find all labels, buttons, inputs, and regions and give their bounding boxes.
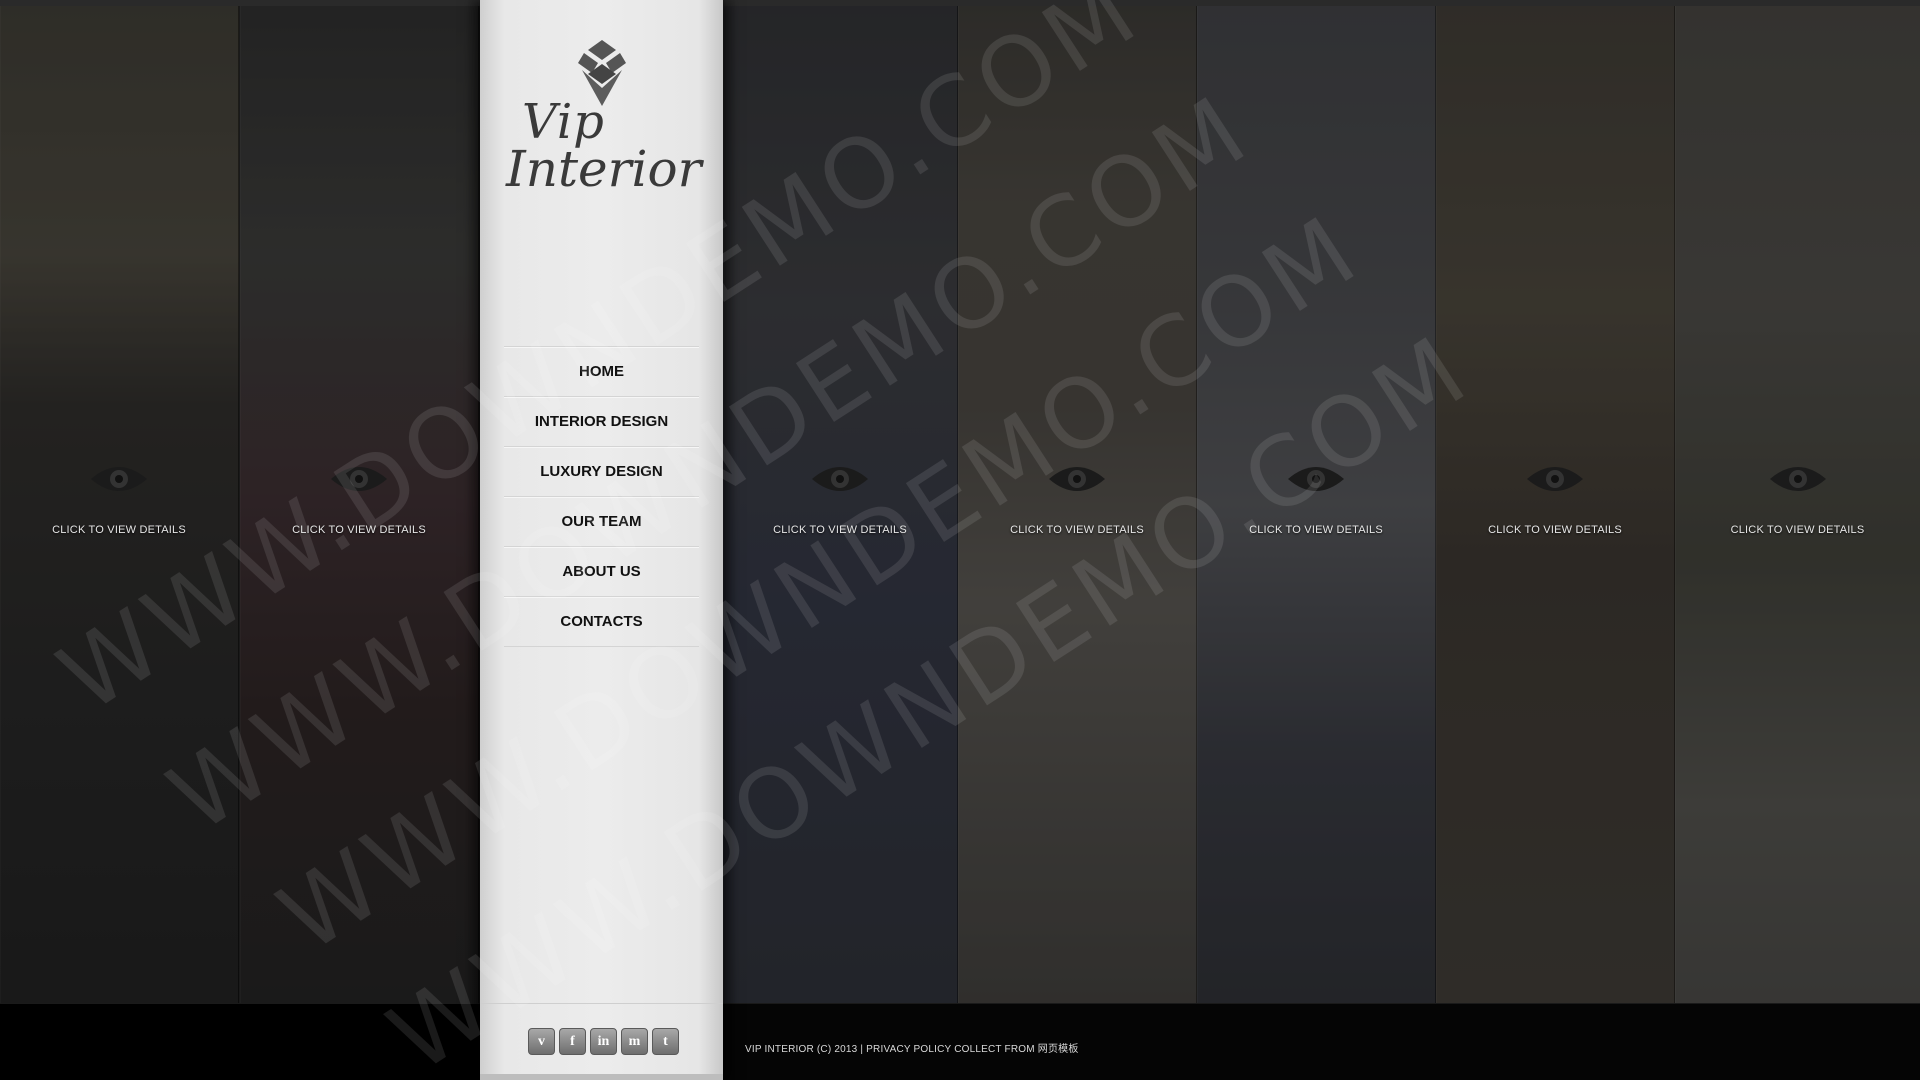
footer-left-block — [0, 1004, 480, 1080]
panel-shade — [1675, 6, 1920, 1003]
panel-shade — [1436, 6, 1674, 1003]
gallery-panel-5[interactable]: CLICK TO VIEW DETAILS — [1197, 6, 1436, 1003]
eye-icon — [1769, 467, 1826, 491]
nav-item-our-team[interactable]: OUR TEAM — [504, 496, 699, 546]
eye-icon — [812, 467, 868, 491]
view-details-label: CLICK TO VIEW DETAILS — [52, 524, 186, 536]
panel-shade — [1197, 6, 1435, 1003]
gallery-panel-4[interactable]: CLICK TO VIEW DETAILS — [958, 6, 1197, 1003]
gallery-panel-7[interactable]: CLICK TO VIEW DETAILS — [1675, 6, 1920, 1003]
myspace-icon[interactable]: m — [621, 1028, 648, 1055]
nav-item-home[interactable]: HOME — [504, 346, 699, 396]
nav-item-interior-design[interactable]: INTERIOR DESIGN — [504, 396, 699, 446]
sidebar: Vip Interior HOME INTERIOR DESIGN LUXURY… — [480, 0, 723, 1080]
panel-shade — [0, 6, 238, 1003]
eye-icon — [91, 467, 147, 491]
gallery-panel-2[interactable]: CLICK TO VIEW DETAILS — [240, 6, 479, 1003]
nav-item-about-us[interactable]: ABOUT US — [504, 546, 699, 596]
view-details-label: CLICK TO VIEW DETAILS — [1010, 524, 1144, 536]
brand-logo[interactable]: Vip Interior — [500, 94, 710, 224]
gallery-panel-6[interactable]: CLICK TO VIEW DETAILS — [1436, 6, 1675, 1003]
gallery-panel-1[interactable]: CLICK TO VIEW DETAILS — [0, 6, 239, 1003]
panel-shade — [723, 6, 957, 1003]
brand-name-line2: Interior — [506, 140, 702, 198]
footer-separator: | — [860, 1044, 864, 1055]
copyright-text: VIP INTERIOR (C) 2013 — [745, 1044, 858, 1055]
eye-icon — [331, 467, 387, 491]
view-details-label: CLICK TO VIEW DETAILS — [1488, 524, 1622, 536]
main-nav: HOME INTERIOR DESIGN LUXURY DESIGN OUR T… — [504, 346, 699, 647]
social-links: v f in m t — [528, 1028, 679, 1055]
eye-icon — [1049, 467, 1105, 491]
privacy-policy-link[interactable]: PRIVACY POLICY COLLECT FROM 网页模板 — [866, 1044, 1078, 1055]
eye-icon — [1288, 467, 1344, 491]
sidebar-footer: v f in m t — [480, 1003, 723, 1074]
twitter-icon[interactable]: t — [652, 1028, 679, 1055]
panel-shade — [958, 6, 1196, 1003]
facebook-icon[interactable]: f — [559, 1028, 586, 1055]
nav-item-luxury-design[interactable]: LUXURY DESIGN — [504, 446, 699, 496]
panel-shade — [240, 6, 478, 1003]
linkedin-icon[interactable]: in — [590, 1028, 617, 1055]
vimeo-icon[interactable]: v — [528, 1028, 555, 1055]
gallery-panel-3[interactable]: CLICK TO VIEW DETAILS — [723, 6, 958, 1003]
sidebar-bottom-edge — [480, 1074, 723, 1080]
view-details-label: CLICK TO VIEW DETAILS — [1249, 524, 1383, 536]
eye-icon — [1527, 467, 1583, 491]
footer-text: VIP INTERIOR (C) 2013 | PRIVACY POLICY C… — [745, 1040, 1079, 1055]
view-details-label: CLICK TO VIEW DETAILS — [1730, 524, 1865, 536]
view-details-label: CLICK TO VIEW DETAILS — [292, 524, 426, 536]
view-details-label: CLICK TO VIEW DETAILS — [773, 524, 907, 536]
nav-item-contacts[interactable]: CONTACTS — [504, 596, 699, 647]
